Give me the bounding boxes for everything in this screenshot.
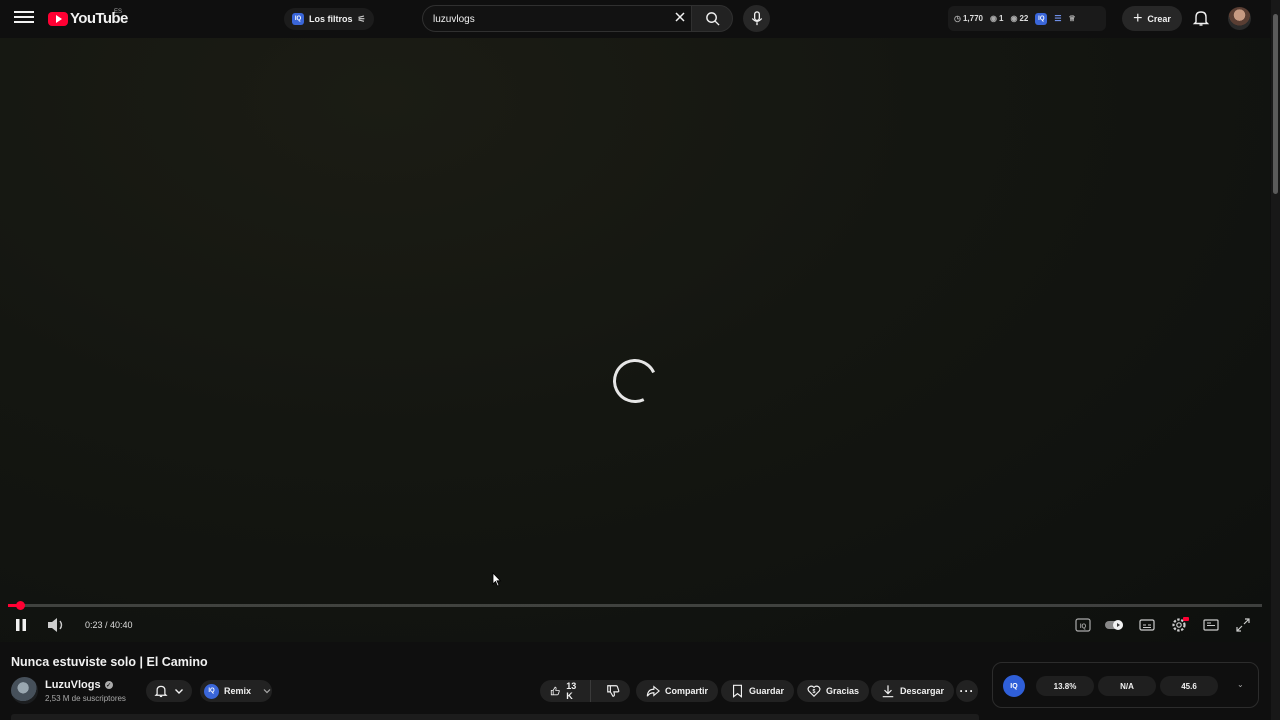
video-title: Nunca estuviste solo | El Camino	[11, 655, 208, 669]
video-player[interactable]	[0, 38, 1270, 642]
verified-check-icon: ✓	[104, 681, 113, 689]
plus-icon: +	[1133, 9, 1143, 27]
thumbs-down-icon	[607, 685, 620, 697]
extension-stats-bar[interactable]: ◷ 1,770 ◉ 1 ◉ 22 IQ ☰ ♕	[948, 6, 1106, 31]
eye-icon: ◉	[1010, 14, 1018, 23]
like-dislike-group: 13 K	[540, 680, 630, 702]
pause-icon	[16, 619, 26, 631]
chevron-down-icon	[175, 689, 183, 694]
time-display: 0:23 / 40:40	[85, 620, 133, 630]
save-button[interactable]: Guardar	[721, 680, 795, 702]
watch-time-stat: ◷ 1,770	[954, 14, 984, 23]
theater-mode-button[interactable]	[1202, 616, 1220, 634]
iq-badge-icon[interactable]: IQ	[1003, 675, 1025, 697]
download-button[interactable]: Descargar	[871, 680, 955, 702]
award-icon[interactable]: ♕	[1069, 14, 1076, 23]
more-actions-button[interactable]: ···	[956, 680, 978, 702]
loading-spinner-icon	[606, 352, 664, 410]
iq-metric-3: 45.6	[1160, 676, 1218, 696]
autoplay-toggle-icon	[1105, 620, 1123, 630]
views-stat-b: ◉ 22	[1010, 14, 1029, 23]
svg-text:IQ: IQ	[1080, 624, 1087, 630]
volume-icon	[48, 618, 63, 632]
theater-mode-icon	[1203, 619, 1219, 631]
filters-button[interactable]: IQ Los filtros ⚟	[284, 8, 374, 30]
youtube-play-icon	[48, 11, 68, 26]
create-button[interactable]: + Crear	[1122, 6, 1182, 31]
list-icon[interactable]: ☰	[1054, 14, 1061, 23]
dislike-button[interactable]	[596, 680, 630, 702]
notifications-bell-icon[interactable]	[1192, 9, 1210, 27]
gear-icon	[1172, 617, 1189, 632]
share-button[interactable]: Compartir	[636, 680, 719, 702]
progress-scrubber[interactable]	[16, 601, 25, 610]
iq-icon: IQ	[204, 683, 219, 699]
page-scrollbar[interactable]	[1271, 0, 1280, 720]
download-label: Descargar	[900, 686, 945, 696]
share-label: Compartir	[665, 686, 709, 696]
chevron-down-icon[interactable]: ⌄	[1237, 680, 1244, 689]
iq-player-button[interactable]: IQ	[1074, 616, 1092, 634]
menu-icon[interactable]	[14, 8, 34, 28]
eye-icon: ◉	[990, 14, 997, 23]
autoplay-toggle[interactable]	[1103, 616, 1127, 634]
fullscreen-exit-icon	[1236, 618, 1250, 632]
like-count: 13 K	[566, 681, 577, 701]
channel-name-row[interactable]: LuzuVlogs ✓	[45, 679, 113, 691]
subtitles-icon	[1139, 619, 1155, 631]
voice-search-button[interactable]	[743, 5, 770, 32]
iq-icon: IQ	[292, 13, 304, 25]
search-icon	[705, 12, 720, 26]
views-stat-a: ◉ 1	[990, 14, 1004, 23]
clear-search-icon[interactable]	[673, 10, 687, 24]
svg-text:$: $	[813, 689, 816, 695]
search-button[interactable]	[691, 5, 733, 32]
player-controls: 0:23 / 40:40 IQ	[0, 612, 1270, 640]
settings-button[interactable]	[1170, 616, 1190, 634]
account-avatar[interactable]	[1228, 7, 1251, 30]
progress-bar[interactable]	[8, 601, 1262, 610]
iq-icon: IQ	[1075, 618, 1091, 632]
save-label: Guardar	[749, 686, 785, 696]
masthead: YouTube ES IQ Los filtros ⚟ ◷1,770 ◉1 ◉2…	[0, 0, 1280, 38]
search-input[interactable]	[433, 12, 663, 26]
bookmark-icon	[732, 684, 743, 698]
clock-icon: ◷	[954, 14, 961, 23]
thanks-button[interactable]: $ Gracias	[797, 680, 870, 702]
subtitles-button[interactable]	[1138, 616, 1156, 634]
share-icon	[646, 685, 660, 697]
logo-region-code: ES	[114, 9, 123, 15]
filters-label: Los filtros	[309, 14, 353, 24]
iq-icon[interactable]: IQ	[1035, 12, 1048, 25]
search-box	[422, 5, 692, 32]
subscription-notifications-button[interactable]	[146, 680, 192, 702]
remix-label: Remix	[223, 686, 251, 696]
description-box-edge[interactable]	[11, 714, 979, 720]
more-horizontal-icon: ···	[959, 684, 975, 698]
chevron-down-icon	[263, 689, 271, 694]
iq-metrics-panel: IQ 13.8% N/A 45.6 ⌄	[992, 662, 1259, 708]
thumbs-up-icon	[550, 686, 560, 696]
subscriber-count: 2,53 M de suscriptores	[45, 694, 126, 703]
iq-metric-1: 13.8%	[1036, 676, 1094, 696]
scrollbar-thumb[interactable]	[1273, 14, 1278, 194]
fullscreen-button[interactable]	[1234, 616, 1252, 634]
microphone-icon	[751, 11, 762, 26]
bell-icon	[154, 685, 168, 698]
like-button[interactable]: 13 K	[540, 680, 592, 702]
pause-button[interactable]	[12, 616, 30, 634]
thanks-label: Gracias	[826, 686, 860, 696]
channel-name[interactable]: LuzuVlogs	[45, 679, 101, 691]
mute-button[interactable]	[46, 616, 66, 634]
create-label: Crear	[1147, 13, 1171, 24]
iq-metric-2: N/A	[1098, 676, 1156, 696]
remix-button[interactable]: IQ Remix	[200, 680, 272, 702]
channel-avatar[interactable]	[11, 677, 38, 704]
download-icon	[882, 685, 894, 698]
thanks-dollar-heart-icon: $	[807, 685, 821, 698]
filter-sliders-icon: ⚟	[357, 13, 366, 24]
